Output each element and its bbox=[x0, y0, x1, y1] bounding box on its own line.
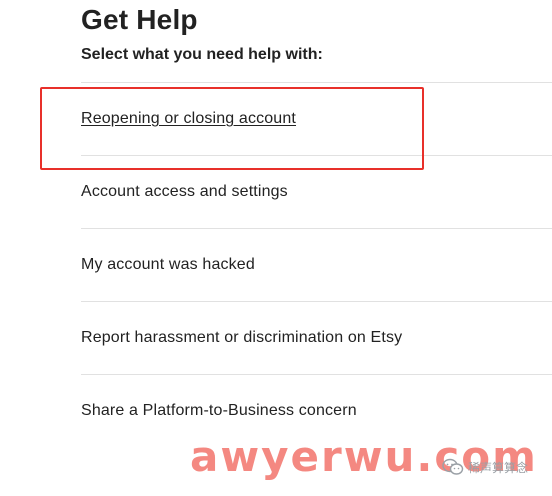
help-option-reopening-closing-account: Reopening or closing account bbox=[81, 83, 552, 156]
help-option-account-access-settings: Account access and settings bbox=[81, 156, 552, 229]
wechat-badge: 稀声算算念 bbox=[442, 458, 528, 476]
page-title: Get Help bbox=[81, 4, 198, 35]
help-option-platform-to-business-link[interactable]: Share a Platform-to-Business concern bbox=[81, 400, 357, 422]
page-subtitle: Select what you need help with: bbox=[81, 46, 323, 63]
wechat-label: 稀声算算念 bbox=[468, 460, 529, 475]
help-options-list: Reopening or closing account Account acc… bbox=[81, 82, 552, 447]
help-option-account-hacked-link[interactable]: My account was hacked bbox=[81, 254, 255, 276]
wechat-icon bbox=[442, 458, 464, 476]
help-option-account-hacked: My account was hacked bbox=[81, 229, 552, 302]
help-option-report-harassment-link[interactable]: Report harassment or discrimination on E… bbox=[81, 327, 402, 349]
help-option-reopening-closing-account-link[interactable]: Reopening or closing account bbox=[81, 108, 296, 130]
help-option-report-harassment: Report harassment or discrimination on E… bbox=[81, 302, 552, 375]
help-option-account-access-settings-link[interactable]: Account access and settings bbox=[81, 181, 288, 203]
